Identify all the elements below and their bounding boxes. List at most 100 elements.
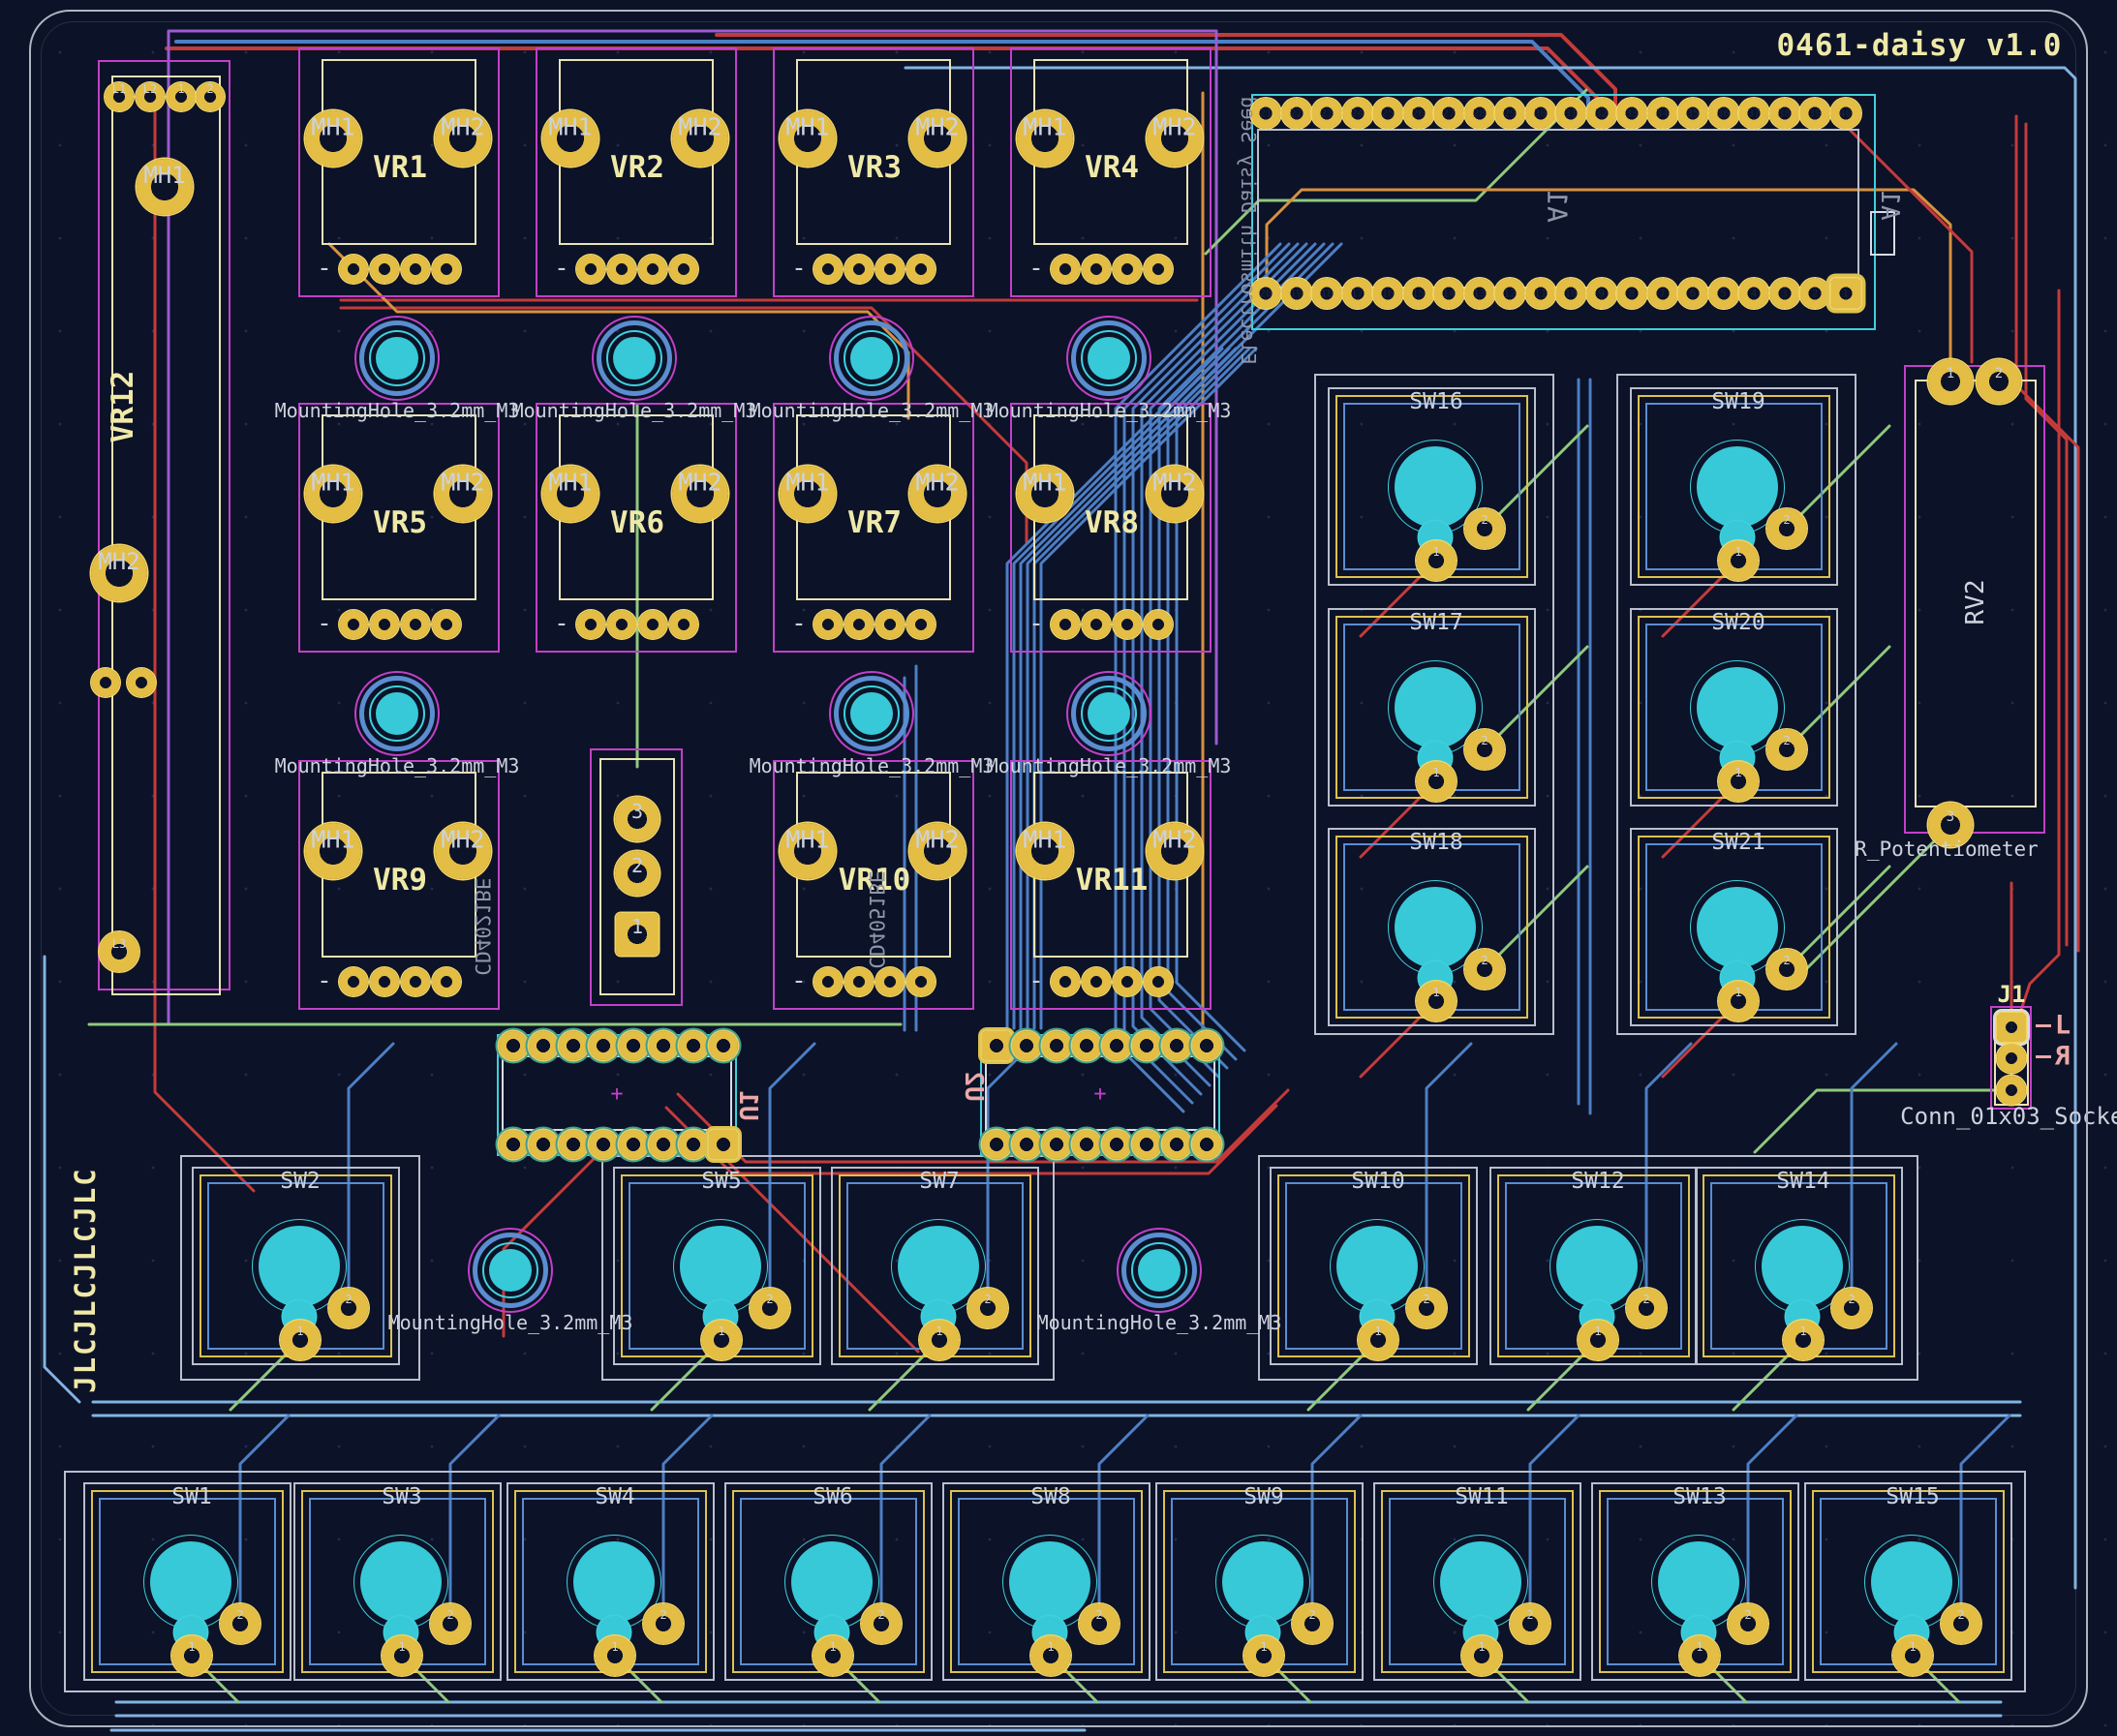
potentiometer-rv2[interactable]: 123RV2 bbox=[1904, 365, 2049, 838]
pot-pin-pad[interactable] bbox=[907, 256, 936, 284]
potentiometer-vr5[interactable]: MH1MH2VR5- bbox=[298, 403, 504, 656]
dip-pin-pad[interactable] bbox=[1162, 1031, 1191, 1060]
pot-pin-pad[interactable] bbox=[876, 968, 905, 996]
pot-pin-pad[interactable] bbox=[340, 968, 368, 996]
potentiometer-vr12[interactable]: L1L212MH1MH2L3VR12 bbox=[98, 60, 234, 994]
pot-pin-pad[interactable] bbox=[639, 256, 667, 284]
pot-pin-pad[interactable] bbox=[1052, 968, 1080, 996]
pot-pin-pad[interactable] bbox=[670, 611, 698, 639]
pot-pin-pad[interactable] bbox=[845, 968, 874, 996]
switch-pin1-number: 1 bbox=[398, 1640, 405, 1654]
dip-pin-pad[interactable] bbox=[709, 1031, 738, 1060]
pot-pin-pad[interactable] bbox=[433, 611, 461, 639]
pot-pin-pad[interactable] bbox=[876, 611, 905, 639]
dip-pin-pad[interactable] bbox=[619, 1031, 648, 1060]
dip-pin-pad[interactable] bbox=[1072, 1031, 1101, 1060]
dip-pin-pad[interactable] bbox=[589, 1130, 618, 1159]
pot-pin-pad[interactable] bbox=[1083, 611, 1111, 639]
dip-pin-pad[interactable] bbox=[649, 1031, 678, 1060]
mounting-hole-drill bbox=[1138, 1249, 1181, 1292]
potentiometer-vr2[interactable]: MH1MH2VR2- bbox=[536, 47, 741, 301]
pot-pin-pad[interactable] bbox=[1114, 611, 1142, 639]
pot-pin-pad[interactable] bbox=[371, 256, 399, 284]
dip-pin-pad[interactable] bbox=[982, 1031, 1011, 1060]
dip-pin-pad[interactable] bbox=[1012, 1031, 1041, 1060]
vr12-pad[interactable] bbox=[128, 669, 156, 697]
pot-pin-pad[interactable] bbox=[577, 256, 605, 284]
pot-pin-pad[interactable] bbox=[907, 611, 936, 639]
potentiometer-vr4[interactable]: MH1MH2VR4- bbox=[1010, 47, 1215, 301]
pot-pin-pad[interactable] bbox=[876, 256, 905, 284]
potentiometer-vr6[interactable]: MH1MH2VR6- bbox=[536, 403, 741, 656]
pot-pin-pad[interactable] bbox=[814, 968, 843, 996]
dip-pin-pad[interactable] bbox=[982, 1130, 1011, 1159]
pot-pin-pad[interactable] bbox=[1145, 968, 1173, 996]
daisy-seed-socket-a1[interactable]: 2122232425262728293031323334353637383940… bbox=[1243, 87, 1882, 335]
dip-pin-pad[interactable] bbox=[499, 1130, 528, 1159]
pot-pin-pad[interactable] bbox=[402, 611, 430, 639]
pot-pin-pad[interactable] bbox=[371, 968, 399, 996]
dip-pin-pad[interactable] bbox=[589, 1031, 618, 1060]
pot-pin-pad[interactable] bbox=[371, 611, 399, 639]
dip-pin-pad[interactable] bbox=[499, 1031, 528, 1060]
pot-pin-pad[interactable] bbox=[639, 611, 667, 639]
pot-pin-pad[interactable] bbox=[433, 256, 461, 284]
potentiometer-vr3[interactable]: MH1MH2VR3- bbox=[773, 47, 978, 301]
potentiometer-vr8[interactable]: MH1MH2VR8- bbox=[1010, 403, 1215, 656]
switch-pin1-number: 1 bbox=[1432, 545, 1439, 559]
dip-pin-pad[interactable] bbox=[619, 1130, 648, 1159]
pot-pin-pad[interactable] bbox=[1083, 256, 1111, 284]
dip-pin-pad[interactable] bbox=[1102, 1031, 1131, 1060]
pcb-editor-canvas[interactable]: MountingHole_3.2mm_M3MountingHole_3.2mm_… bbox=[0, 0, 2117, 1736]
dip-pin-pad[interactable] bbox=[559, 1031, 588, 1060]
potentiometer-vr11[interactable]: MH1MH2VR11- bbox=[1010, 760, 1215, 1014]
pot-pin-pad[interactable] bbox=[608, 256, 636, 284]
dip-pin-pad[interactable] bbox=[679, 1031, 708, 1060]
pot-pin-pad[interactable] bbox=[433, 968, 461, 996]
mounting-hole-label: MountingHole_3.2mm_M3 bbox=[750, 754, 995, 777]
pot-pin-pad[interactable] bbox=[340, 256, 368, 284]
pot-pin-pad[interactable] bbox=[845, 611, 874, 639]
pot-pin-pad[interactable] bbox=[1145, 611, 1173, 639]
pot-pin-pad[interactable] bbox=[340, 611, 368, 639]
pot-pin-pad[interactable] bbox=[608, 611, 636, 639]
pot-pin-pad[interactable] bbox=[1145, 256, 1173, 284]
connector-j1[interactable]: 123 bbox=[1990, 1006, 2033, 1112]
ic-socket-u1[interactable]: + bbox=[497, 1034, 741, 1160]
dip-pin-pad[interactable] bbox=[559, 1130, 588, 1159]
dip-pin-pad[interactable] bbox=[1192, 1130, 1221, 1159]
dip-pin-pad[interactable] bbox=[679, 1130, 708, 1159]
dip-pin-pad[interactable] bbox=[1072, 1130, 1101, 1159]
dip-pin-pad[interactable] bbox=[1162, 1130, 1191, 1159]
dip-pin-pad[interactable] bbox=[1042, 1130, 1071, 1159]
pot-pin-pad[interactable] bbox=[1114, 256, 1142, 284]
dip-pin-pad[interactable] bbox=[1192, 1031, 1221, 1060]
pot-pin-pad[interactable] bbox=[402, 256, 430, 284]
pot-pin-pad[interactable] bbox=[1083, 968, 1111, 996]
dip-pin-pad[interactable] bbox=[1042, 1031, 1071, 1060]
dip-pin-pad[interactable] bbox=[709, 1130, 738, 1159]
pot-pin-pad[interactable] bbox=[1052, 256, 1080, 284]
pot-pin-pad[interactable] bbox=[402, 968, 430, 996]
pot-pin-pad[interactable] bbox=[577, 611, 605, 639]
potentiometer-rv1[interactable]: 321 bbox=[590, 748, 687, 1010]
pot-pin-pad[interactable] bbox=[907, 968, 936, 996]
pot-pin-pad[interactable] bbox=[814, 256, 843, 284]
vr12-pad[interactable] bbox=[92, 669, 120, 697]
dip-pin-pad[interactable] bbox=[1102, 1130, 1131, 1159]
pot-pin-pad[interactable] bbox=[1052, 611, 1080, 639]
potentiometer-vr1[interactable]: MH1MH2VR1- bbox=[298, 47, 504, 301]
dip-pin-pad[interactable] bbox=[529, 1130, 558, 1159]
dip-pin-pad[interactable] bbox=[1132, 1130, 1161, 1159]
dip-pin-pad[interactable] bbox=[1132, 1031, 1161, 1060]
potentiometer-vr7[interactable]: MH1MH2VR7- bbox=[773, 403, 978, 656]
dip-pin-pad[interactable] bbox=[529, 1031, 558, 1060]
a1-pin-number: 20 bbox=[1259, 288, 1272, 300]
pot-pin-pad[interactable] bbox=[1114, 968, 1142, 996]
pot-pin-pad[interactable] bbox=[845, 256, 874, 284]
pot-pin-pad[interactable] bbox=[814, 611, 843, 639]
ic-socket-u2[interactable]: + bbox=[980, 1034, 1224, 1160]
dip-pin-pad[interactable] bbox=[1012, 1130, 1041, 1159]
dip-pin-pad[interactable] bbox=[649, 1130, 678, 1159]
pot-pin-pad[interactable] bbox=[670, 256, 698, 284]
